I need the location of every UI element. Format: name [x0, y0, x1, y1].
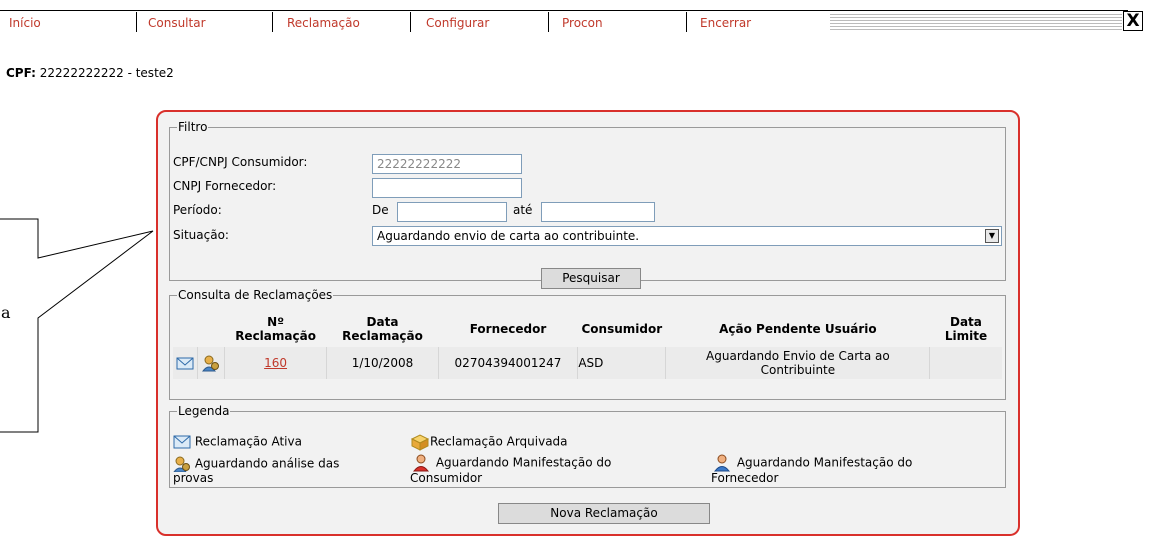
- user-gear-icon[interactable]: [201, 354, 220, 372]
- situacao-select[interactable]: Aguardando envio de carta ao contribuint…: [372, 226, 1002, 246]
- user-red-icon: [412, 454, 430, 472]
- results-table: Nº Reclamação Data Reclamação Fornecedor C…: [173, 311, 1002, 379]
- envelope-icon: [173, 435, 191, 449]
- col-limite: Data Limite: [944, 315, 988, 343]
- filter-legend: Filtro: [178, 120, 208, 134]
- legend-title: Legenda: [178, 404, 230, 418]
- col-consumidor: Consumidor: [581, 322, 663, 336]
- callout-text: a: [1, 303, 11, 322]
- col-fornecedor: Fornecedor: [469, 322, 547, 336]
- situacao-label: Situação:: [173, 228, 229, 242]
- menu-separator: [272, 12, 273, 32]
- situacao-selected-value: Aguardando envio de carta ao contribuint…: [377, 229, 640, 243]
- row-envelope-cell: [173, 347, 197, 379]
- user-blue-icon: [713, 454, 731, 472]
- callout-shape: [0, 218, 154, 433]
- filter-fieldset: Filtro CPF/CNPJ Consumidor: CNPJ Fornece…: [169, 120, 1006, 289]
- row-numero: 160: [223, 347, 327, 379]
- col-numero: Nº Reclamação: [235, 315, 316, 343]
- chevron-down-icon[interactable]: ▼: [985, 229, 999, 243]
- legend-ativa: Reclamação Ativa: [173, 435, 302, 449]
- close-button[interactable]: X: [1123, 11, 1143, 31]
- menu-item-encerrar[interactable]: Encerrar: [700, 16, 751, 30]
- menu-separator: [548, 12, 549, 32]
- row-limite: [929, 347, 1002, 379]
- table-header-row: Nº Reclamação Data Reclamação Fornecedor C…: [173, 311, 1002, 347]
- results-fieldset: Consulta de Reclamações Nº Reclamação Dat…: [169, 288, 1006, 400]
- legend-consumidor: Aguardando Manifestação do Consumidor: [410, 454, 612, 485]
- cpf-cnpj-input[interactable]: [372, 154, 522, 174]
- row-acao: Aguardando Envio de Carta ao Contribuinte: [665, 347, 930, 379]
- col-icon-2: [197, 311, 224, 347]
- box-icon: [410, 434, 430, 451]
- cnpj-fornecedor-label: CNPJ Fornecedor:: [173, 179, 277, 193]
- reclamacao-link[interactable]: 160: [264, 356, 287, 370]
- legend-fieldset: Legenda Reclamação Ativa Reclamação Arqu…: [169, 404, 1006, 488]
- cnpj-fornecedor-input[interactable]: [372, 178, 522, 198]
- col-data: Data Reclamação: [342, 315, 423, 343]
- envelope-icon[interactable]: [176, 355, 194, 371]
- menu-item-reclamacao[interactable]: Reclamação: [287, 16, 360, 30]
- row-fornecedor: 02704394001247: [437, 347, 578, 379]
- menu-separator: [686, 12, 687, 32]
- main-panel: Filtro CPF/CNPJ Consumidor: CNPJ Fornece…: [156, 110, 1020, 536]
- top-menu-bar: Início Consultar Reclamação Configurar P…: [0, 0, 1149, 32]
- menu-item-configurar[interactable]: Configurar: [426, 16, 489, 30]
- cpf-cnpj-label: CPF/CNPJ Consumidor:: [173, 155, 308, 169]
- menu-hatch-decoration: [830, 14, 1122, 32]
- legend-arquivada: Reclamação Arquivada: [410, 433, 568, 451]
- de-label: De: [372, 203, 389, 217]
- row-consumidor: ASD: [577, 347, 666, 379]
- col-icon-1: [173, 311, 197, 347]
- periodo-de-input[interactable]: [397, 202, 507, 222]
- user-gear-icon: [173, 456, 190, 472]
- periodo-label: Período:: [173, 203, 222, 217]
- menu-separator: [410, 12, 411, 32]
- menu-item-procon[interactable]: Procon: [562, 16, 603, 30]
- pesquisar-button[interactable]: Pesquisar: [541, 268, 641, 289]
- periodo-ate-input[interactable]: [541, 202, 655, 222]
- row-user-cell: [196, 347, 225, 379]
- legend-provas: Aguardando análise das provas: [173, 456, 340, 485]
- legend-fornecedor: Aguardando Manifestação do Fornecedor: [711, 454, 913, 485]
- nova-reclamacao-button[interactable]: Nova Reclamação: [498, 503, 710, 524]
- ate-label: até: [513, 203, 533, 217]
- row-data: 1/10/2008: [326, 347, 439, 379]
- table-row: 160 1/10/2008 02704394001247 ASD Aguarda…: [173, 347, 1002, 379]
- col-acao: Ação Pendente Usuário: [719, 322, 877, 336]
- results-legend: Consulta de Reclamações: [178, 288, 333, 302]
